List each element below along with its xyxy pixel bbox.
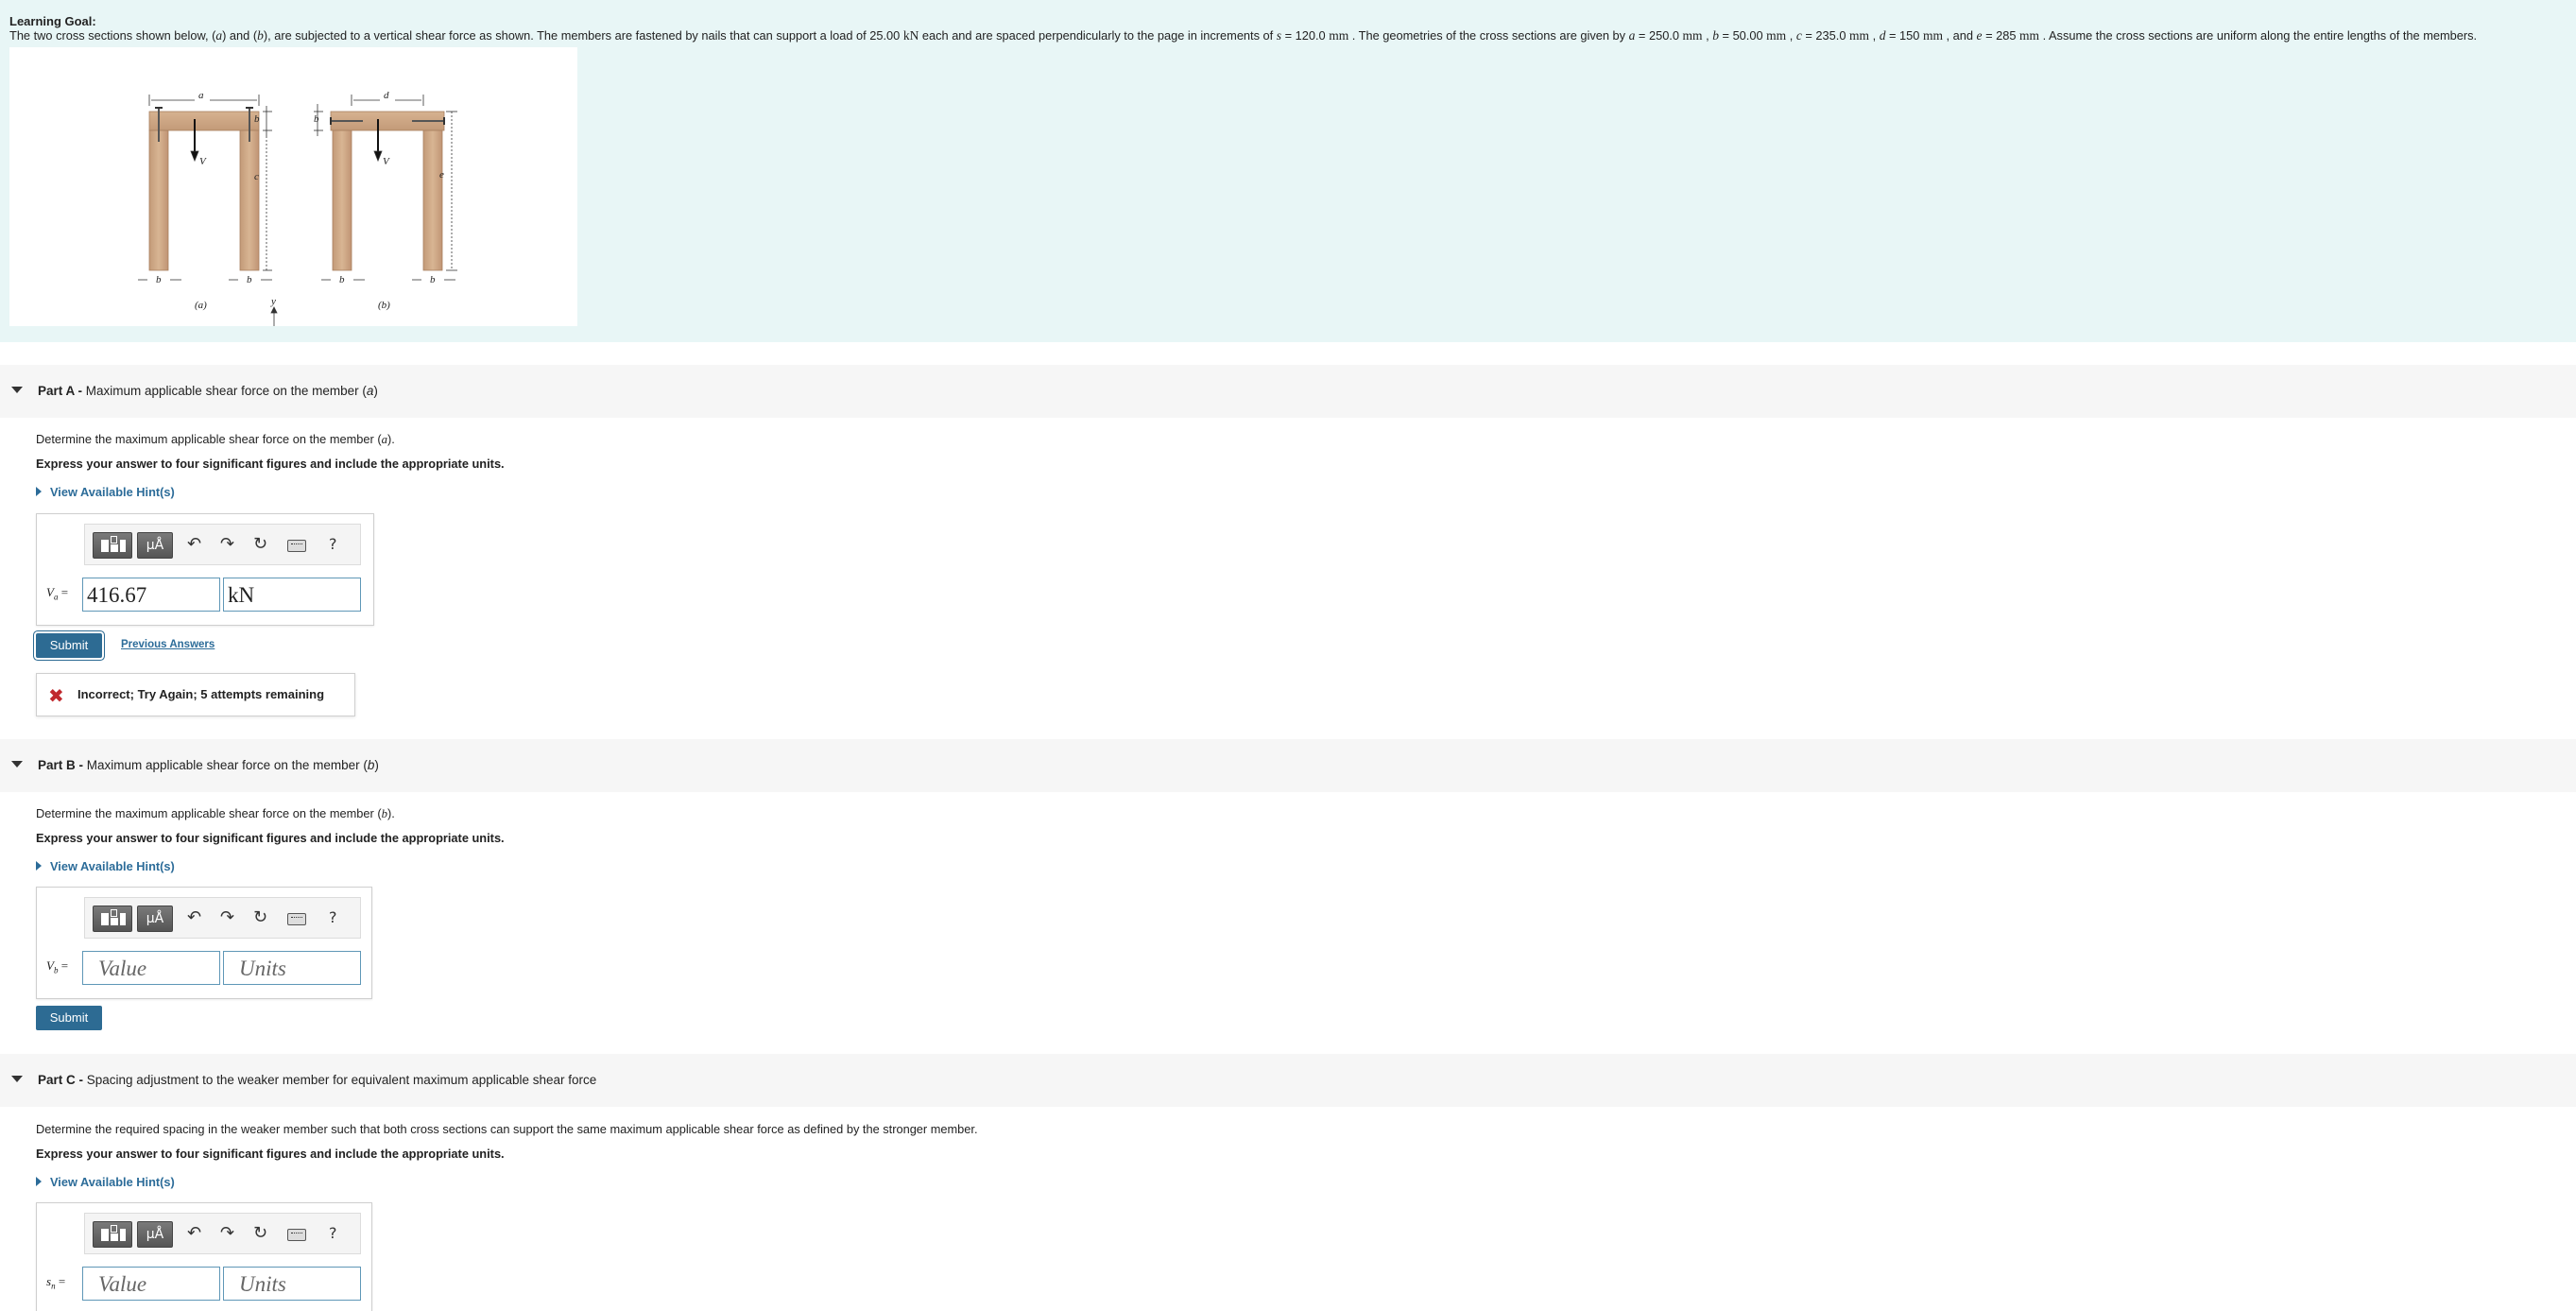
incorrect-x-icon: ✖ [48, 684, 64, 707]
part-a-units-input[interactable]: kN [223, 578, 361, 612]
part-b-question: Determine the maximum applicable shear f… [36, 806, 395, 820]
part-b-toolbar: μÅ ↶ ↷ ↻ ? [84, 897, 361, 939]
collapse-triangle-icon[interactable] [11, 761, 23, 768]
part-b-variable-label: Vb = [46, 958, 69, 975]
expand-triangle-icon [36, 487, 42, 496]
collapse-triangle-icon[interactable] [11, 387, 23, 393]
part-a-submit-button[interactable]: Submit [36, 633, 102, 658]
part-a-title: Part A - Maximum applicable shear force … [38, 384, 378, 398]
templates-icon[interactable] [93, 906, 132, 932]
learning-goal-title: Learning Goal: [9, 14, 96, 28]
expand-triangle-icon [36, 1177, 42, 1186]
redo-icon[interactable]: ↷ [220, 1223, 234, 1243]
part-a-question: Determine the maximum applicable shear f… [36, 432, 395, 446]
help-icon[interactable]: ? [329, 535, 337, 553]
collapse-triangle-icon[interactable] [11, 1076, 23, 1082]
cross-section-figure: V a b c b b (a) V d b e b b (b) y [9, 47, 577, 326]
units-icon[interactable]: μÅ [137, 1221, 173, 1248]
part-a-header[interactable]: Part A - Maximum applicable shear force … [0, 365, 2576, 418]
cross-section-svg: V a b c b b (a) V d b e b b (b) y [138, 90, 457, 326]
part-a-toolbar: μÅ ↶ ↷ ↻ ? [84, 524, 361, 565]
part-c-units-input[interactable]: Units [223, 1267, 361, 1301]
undo-icon[interactable]: ↶ [187, 1223, 201, 1243]
part-c-instructions: Express your answer to four significant … [36, 1147, 505, 1161]
part-b-title: Part B - Maximum applicable shear force … [38, 758, 379, 772]
label-fig-b: (b) [378, 300, 390, 311]
reset-icon[interactable]: ↻ [253, 534, 267, 554]
part-a-variable-label: Va = [46, 585, 69, 602]
part-c-variable-label: sn = [46, 1274, 66, 1291]
redo-icon[interactable]: ↷ [220, 534, 234, 554]
label-b-b-left: b [339, 274, 345, 285]
label-V-a: V [199, 156, 207, 167]
reset-icon[interactable]: ↻ [253, 907, 267, 927]
templates-icon[interactable] [93, 532, 132, 559]
part-a-hint-link[interactable]: View Available Hint(s) [36, 485, 175, 499]
label-b-a-left: b [156, 274, 162, 285]
redo-icon[interactable]: ↷ [220, 907, 234, 927]
section-a-web-left [148, 129, 169, 271]
expand-triangle-icon [36, 861, 42, 871]
label-c: c [254, 171, 259, 182]
part-a-previous-answers-link[interactable]: Previous Answers [121, 639, 215, 650]
learning-goal-text: The two cross sections shown below, (a) … [9, 28, 2478, 43]
part-a-feedback-text: Incorrect; Try Again; 5 attempts remaini… [77, 687, 325, 701]
part-c-title: Part C - Spacing adjustment to the weake… [38, 1073, 597, 1087]
label-axis-y: y [270, 296, 276, 307]
part-a-feedback: ✖ Incorrect; Try Again; 5 attempts remai… [36, 673, 355, 716]
part-c-answer-box: μÅ ↶ ↷ ↻ ? sn = Value Units [36, 1202, 372, 1311]
label-e: e [439, 169, 444, 181]
keyboard-icon[interactable] [287, 913, 306, 925]
section-a-web-right [239, 129, 260, 271]
help-icon[interactable]: ? [329, 1224, 337, 1242]
label-b-b-flange: b [314, 113, 319, 125]
units-icon[interactable]: μÅ [137, 906, 173, 932]
label-fig-a: (a) [195, 300, 207, 311]
keyboard-icon[interactable] [287, 1229, 306, 1241]
part-a-answer-box: μÅ ↶ ↷ ↻ ? Va = 416.67 kN [36, 513, 374, 626]
part-b-answer-box: μÅ ↶ ↷ ↻ ? Vb = Value Units [36, 887, 372, 999]
part-c-question: Determine the required spacing in the we… [36, 1122, 978, 1136]
part-a-value-input[interactable]: 416.67 [82, 578, 220, 612]
part-b-units-input[interactable]: Units [223, 951, 361, 985]
label-a: a [198, 90, 204, 101]
label-b-b-right: b [430, 274, 436, 285]
section-a-flange [148, 111, 260, 131]
section-b-web-left [332, 129, 352, 271]
undo-icon[interactable]: ↶ [187, 534, 201, 554]
label-b-a-flange: b [254, 113, 260, 125]
undo-icon[interactable]: ↶ [187, 907, 201, 927]
keyboard-icon[interactable] [287, 540, 306, 552]
part-b-value-input[interactable]: Value [82, 951, 220, 985]
part-c-hint-link[interactable]: View Available Hint(s) [36, 1175, 175, 1189]
part-c-header[interactable]: Part C - Spacing adjustment to the weake… [0, 1054, 2576, 1107]
part-b-instructions: Express your answer to four significant … [36, 831, 505, 845]
learning-goal-panel: Learning Goal: The two cross sections sh… [0, 0, 2576, 342]
help-icon[interactable]: ? [329, 908, 337, 926]
templates-icon[interactable] [93, 1221, 132, 1248]
label-b-a-right: b [247, 274, 252, 285]
label-V-b: V [383, 156, 390, 167]
part-c-value-input[interactable]: Value [82, 1267, 220, 1301]
units-icon[interactable]: μÅ [137, 532, 173, 559]
section-b-web-right [422, 129, 443, 271]
part-a-instructions: Express your answer to four significant … [36, 457, 505, 471]
part-b-hint-link[interactable]: View Available Hint(s) [36, 859, 175, 873]
part-b-submit-button[interactable]: Submit [36, 1006, 102, 1030]
part-c-toolbar: μÅ ↶ ↷ ↻ ? [84, 1213, 361, 1254]
reset-icon[interactable]: ↻ [253, 1223, 267, 1243]
part-b-header[interactable]: Part B - Maximum applicable shear force … [0, 739, 2576, 792]
label-d: d [384, 90, 389, 101]
